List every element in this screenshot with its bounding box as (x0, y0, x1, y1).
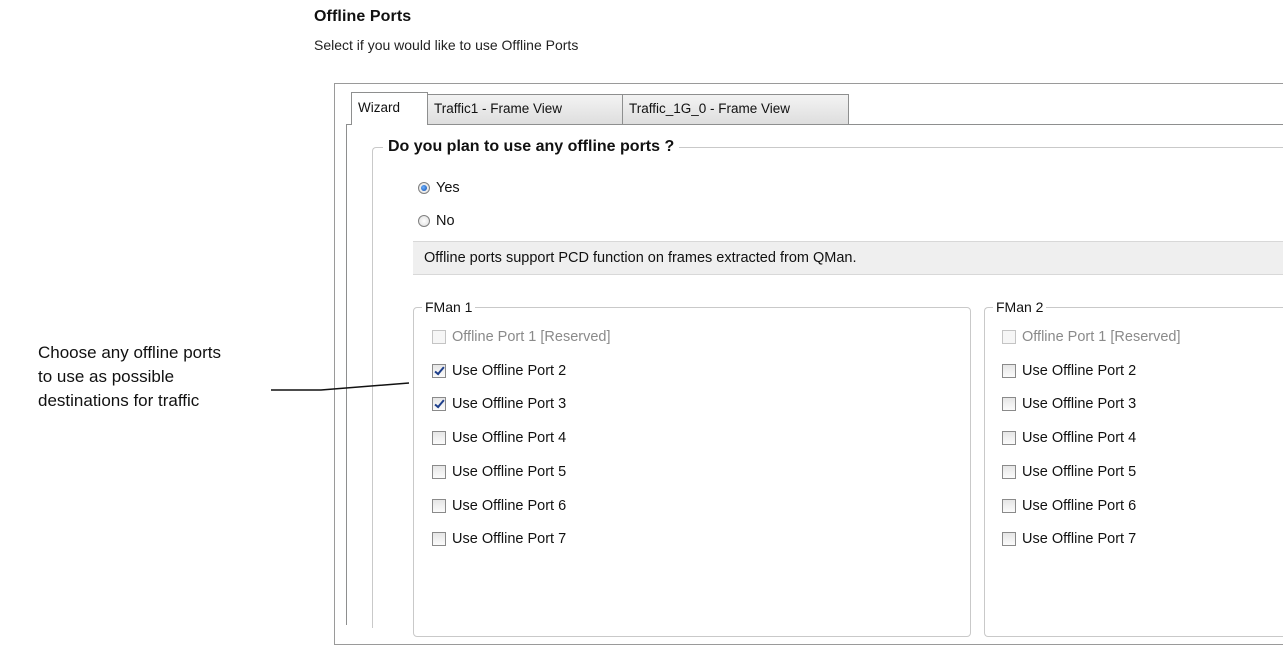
fman1-port-4-option[interactable]: Use Offline Port 4 (432, 427, 566, 449)
page-title: Offline Ports (314, 8, 412, 25)
fman2-port-6-option[interactable]: Use Offline Port 6 (1002, 495, 1136, 517)
fman2-port-1-option: Offline Port 1 [Reserved] (1002, 326, 1181, 348)
checkbox-unchecked-icon[interactable] (1002, 363, 1016, 378)
page-subtitle: Select if you would like to use Offline … (314, 37, 579, 53)
fman1-port-3-option[interactable]: Use Offline Port 3 (432, 393, 566, 415)
radio-no-label: No (436, 213, 455, 229)
checkbox-checked-icon[interactable] (432, 397, 446, 412)
annotation-line-3: destinations for traffic (38, 391, 200, 410)
checkbox-unchecked-icon[interactable] (432, 431, 446, 446)
fman2-port-4-option[interactable]: Use Offline Port 4 (1002, 427, 1136, 449)
fman2-label: FMan 2 (993, 297, 1047, 317)
fman2-port-3-option[interactable]: Use Offline Port 3 (1002, 393, 1136, 415)
fman2-port-3-label: Use Offline Port 3 (1022, 396, 1137, 413)
checkbox-unchecked-icon[interactable] (1002, 498, 1016, 513)
checkbox-unchecked-icon[interactable] (1002, 464, 1016, 479)
tab-traffic-1g-0-frame-view[interactable]: Traffic_1G_0 - Frame View (622, 94, 849, 124)
annotation-line-2: to use as possible (38, 367, 175, 386)
annotation-callout: Choose any offline ports to use as possi… (38, 341, 278, 413)
fman2-port-5-label: Use Offline Port 5 (1022, 463, 1137, 480)
fman1-port-2-label: Use Offline Port 2 (452, 362, 567, 379)
fman1-port-1-option: Offline Port 1 [Reserved] (432, 326, 611, 348)
checkbox-checked-icon[interactable] (432, 363, 446, 378)
checkbox-unchecked-icon[interactable] (1002, 397, 1016, 412)
tab-traffic1-frame-view[interactable]: Traffic1 - Frame View (427, 94, 623, 124)
radio-unselected-icon[interactable] (418, 215, 430, 227)
fman1-port-4-label: Use Offline Port 4 (452, 430, 567, 447)
annotation-pointer-line (271, 382, 410, 391)
fman1-port-5-option[interactable]: Use Offline Port 5 (432, 461, 566, 483)
radio-no[interactable]: No (418, 210, 455, 232)
tab-wizard[interactable]: Wizard (351, 92, 428, 125)
fman1-port-7-label: Use Offline Port 7 (452, 531, 567, 548)
fman1-port-3-label: Use Offline Port 3 (452, 396, 567, 413)
fman1-port-2-option[interactable]: Use Offline Port 2 (432, 360, 566, 382)
fman1-port-1-label: Offline Port 1 [Reserved] (452, 329, 611, 345)
fman2-port-7-option[interactable]: Use Offline Port 7 (1002, 528, 1136, 550)
fman1-port-5-label: Use Offline Port 5 (452, 463, 567, 480)
checkbox-unchecked-icon[interactable] (1002, 431, 1016, 446)
fman2-port-2-label: Use Offline Port 2 (1022, 362, 1137, 379)
fman2-port-4-label: Use Offline Port 4 (1022, 430, 1137, 447)
checkbox-unchecked-icon[interactable] (432, 464, 446, 479)
checkbox-unchecked-icon[interactable] (432, 498, 446, 513)
info-banner: Offline ports support PCD function on fr… (413, 241, 1283, 275)
fman2-port-5-option[interactable]: Use Offline Port 5 (1002, 461, 1136, 483)
annotation-line-1: Choose any offline ports (38, 343, 222, 362)
checkbox-unchecked-icon (432, 330, 446, 344)
fman1-port-6-label: Use Offline Port 6 (452, 497, 567, 514)
radio-yes-label: Yes (436, 180, 460, 196)
offline-ports-question: Do you plan to use any offline ports ? (383, 137, 680, 157)
radio-selected-icon[interactable] (418, 182, 430, 194)
checkbox-unchecked-icon (1002, 330, 1016, 344)
fman2-port-7-label: Use Offline Port 7 (1022, 531, 1137, 548)
fman1-port-6-option[interactable]: Use Offline Port 6 (432, 495, 566, 517)
fman1-port-7-option[interactable]: Use Offline Port 7 (432, 528, 566, 550)
checkbox-unchecked-icon[interactable] (1002, 532, 1016, 547)
fman2-port-1-label: Offline Port 1 [Reserved] (1022, 329, 1181, 345)
radio-yes[interactable]: Yes (418, 177, 460, 199)
fman2-port-2-option[interactable]: Use Offline Port 2 (1002, 360, 1136, 382)
fman1-label: FMan 1 (422, 297, 476, 317)
checkbox-unchecked-icon[interactable] (432, 532, 446, 547)
fman2-port-6-label: Use Offline Port 6 (1022, 497, 1137, 514)
